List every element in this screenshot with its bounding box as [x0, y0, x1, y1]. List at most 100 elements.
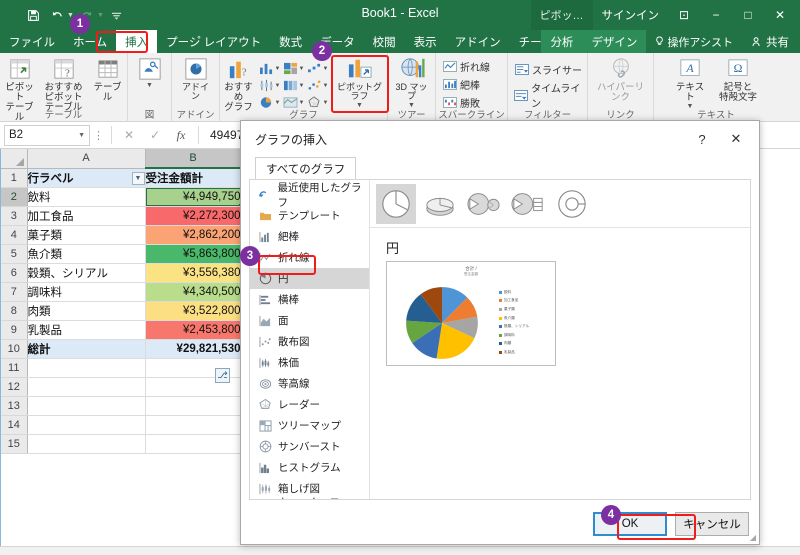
- cell-b4[interactable]: ¥2,862,200: [145, 225, 242, 245]
- cell-a1[interactable]: ▼ 行ラベル: [27, 168, 146, 188]
- surface-dropdown-icon[interactable]: ▼: [299, 100, 305, 106]
- tab-review[interactable]: 校閲: [364, 30, 405, 53]
- type-item-sunburst[interactable]: サンバースト: [250, 436, 369, 457]
- recommended-pivot-table-button[interactable]: ? おすすめ ピボットテーブル: [40, 56, 88, 113]
- cell-a9[interactable]: 乳製品: [27, 320, 146, 340]
- timeline-button[interactable]: タイムライン: [514, 80, 587, 110]
- name-box[interactable]: B2 ▼: [4, 124, 90, 146]
- waterfall-chart-gallery-button[interactable]: ▼: [307, 60, 331, 77]
- cell-b7[interactable]: ¥4,340,500: [145, 282, 242, 302]
- cell-a10[interactable]: 総計: [27, 339, 146, 359]
- type-item-radar[interactable]: レーダー: [250, 394, 369, 415]
- cell-b3[interactable]: ¥2,272,300: [145, 206, 242, 226]
- row-header-13[interactable]: 13: [1, 396, 28, 416]
- column-chart-gallery-button[interactable]: ▼: [259, 60, 283, 77]
- column-chart-dropdown-icon[interactable]: ▼: [275, 66, 281, 72]
- cell-a15[interactable]: [27, 434, 146, 454]
- type-item-stock[interactable]: 株価: [250, 352, 369, 373]
- waterfall-dropdown-icon[interactable]: ▼: [323, 66, 329, 72]
- type-item-column[interactable]: 紦棒: [250, 226, 369, 247]
- tab-design[interactable]: デザイン: [582, 30, 647, 53]
- ribbon-display-options-icon[interactable]: ⊡: [668, 0, 700, 30]
- row-header-9[interactable]: 9: [1, 320, 28, 340]
- cell-b5[interactable]: ¥5,863,800: [145, 244, 242, 264]
- addins-button[interactable]: アドイ ン: [174, 56, 218, 102]
- recommended-charts-button[interactable]: ? おすすめ グラフ: [219, 56, 259, 113]
- statistic-dropdown-icon[interactable]: ▼: [275, 83, 281, 89]
- minimize-button[interactable]: −: [700, 0, 732, 30]
- slicer-button[interactable]: スライサー: [514, 62, 587, 77]
- row-header-11[interactable]: 11: [1, 358, 28, 378]
- cell-a7[interactable]: 調味料: [27, 282, 146, 302]
- cell-a14[interactable]: [27, 415, 146, 435]
- cell-a4[interactable]: 菓子類: [27, 225, 146, 245]
- resize-grip-icon[interactable]: ◢: [750, 534, 756, 542]
- type-item-pie[interactable]: 円: [250, 268, 369, 289]
- sign-in-button[interactable]: サインイン: [593, 0, 669, 30]
- scatter-chart-gallery-button[interactable]: ▼: [307, 77, 331, 94]
- row-header-5[interactable]: 5: [1, 244, 28, 264]
- row-header-15[interactable]: 15: [1, 434, 28, 454]
- column-header-b[interactable]: B: [145, 149, 242, 169]
- cell-b6[interactable]: ¥3,556,380: [145, 263, 242, 283]
- name-box-dropdown-icon[interactable]: ▼: [78, 132, 85, 139]
- cell-a8[interactable]: 肉類: [27, 301, 146, 321]
- type-item-surface[interactable]: 等高線: [250, 373, 369, 394]
- column-header-a[interactable]: A: [27, 149, 146, 169]
- sparkline-line-button[interactable]: 折れ線: [442, 59, 490, 74]
- type-item-bar[interactable]: 横棒: [250, 289, 369, 310]
- filter-dropdown-icon[interactable]: ▼: [131, 171, 144, 185]
- row-header-14[interactable]: 14: [1, 415, 28, 435]
- 3d-map-button[interactable]: 3D マッ プ ▼: [390, 56, 434, 109]
- pie-2d-subtype[interactable]: [376, 183, 416, 224]
- dialog-close-icon[interactable]: ✕: [719, 124, 753, 154]
- cell-a13[interactable]: [27, 396, 146, 416]
- cell-b13[interactable]: [145, 396, 242, 416]
- row-header-8[interactable]: 8: [1, 301, 28, 321]
- cell-b15[interactable]: [145, 434, 242, 454]
- illustrations-button[interactable]: ▼: [130, 56, 170, 89]
- chart-preview[interactable]: 合計 / 受注金額 飲料 加工食品 菓子類 魚介類 穀類、シリアル 調味料 肉類…: [386, 261, 556, 366]
- row-header-3[interactable]: 3: [1, 206, 28, 226]
- tab-view[interactable]: 表示: [405, 30, 446, 53]
- doughnut-subtype[interactable]: [552, 184, 592, 224]
- share-button[interactable]: 共有: [742, 30, 798, 53]
- insert-function-icon[interactable]: fx: [168, 128, 194, 143]
- sparkline-column-button[interactable]: 紦棒: [442, 77, 490, 92]
- cell-a12[interactable]: [27, 377, 146, 397]
- cell-a6[interactable]: 穀類、シリアル: [27, 263, 146, 283]
- cell-a3[interactable]: 加工食品: [27, 206, 146, 226]
- chart-type-list[interactable]: 最近使用したグラフ テンプレート 紦棒 折れ線 円 横棒 面 散布図 株価 等高…: [250, 180, 370, 499]
- pie-dropdown-icon[interactable]: ▼: [275, 100, 281, 106]
- select-all-corner[interactable]: [1, 149, 28, 169]
- tab-file[interactable]: ファイル: [0, 30, 64, 53]
- cell-b1[interactable]: 受注金額計: [145, 168, 242, 188]
- tab-all-charts[interactable]: すべてのグラフ: [255, 157, 357, 179]
- cell-b8[interactable]: ¥3,522,800: [145, 301, 242, 321]
- tab-formulas[interactable]: 数式: [270, 30, 311, 53]
- type-item-treemap[interactable]: ツリーマップ: [250, 415, 369, 436]
- close-button[interactable]: ✕: [764, 0, 796, 30]
- cell-a2[interactable]: 飲料: [27, 187, 146, 207]
- row-header-1[interactable]: 1: [1, 168, 28, 188]
- table-button[interactable]: テーブル: [88, 56, 128, 103]
- pie-3d-subtype[interactable]: [420, 184, 460, 224]
- hyperlink-button[interactable]: ハイパーリンク: [590, 56, 652, 103]
- tab-addins[interactable]: アドイン: [446, 30, 510, 53]
- tab-page-layout[interactable]: プーシ゚ レイアウト: [157, 30, 270, 53]
- type-item-line[interactable]: 折れ線: [250, 247, 369, 268]
- type-item-recent[interactable]: 最近使用したグラフ: [250, 182, 369, 209]
- type-item-histogram[interactable]: ヒストグラム: [250, 457, 369, 478]
- row-header-2[interactable]: 2: [1, 187, 28, 207]
- row-header-4[interactable]: 4: [1, 225, 28, 245]
- illustrations-dropdown-icon[interactable]: ▼: [146, 82, 153, 89]
- cell-b10[interactable]: ¥29,821,530: [145, 339, 242, 359]
- pie-of-pie-subtype[interactable]: [464, 184, 504, 224]
- cancel-button[interactable]: キャンセル: [675, 512, 749, 536]
- row-header-6[interactable]: 6: [1, 263, 28, 283]
- radar-dropdown-icon[interactable]: ▼: [323, 100, 329, 106]
- tab-home[interactable]: ホーム: [64, 30, 116, 53]
- row-header-7[interactable]: 7: [1, 282, 28, 302]
- bar-of-pie-subtype[interactable]: [508, 184, 548, 224]
- tab-analyze[interactable]: 分析: [541, 30, 583, 53]
